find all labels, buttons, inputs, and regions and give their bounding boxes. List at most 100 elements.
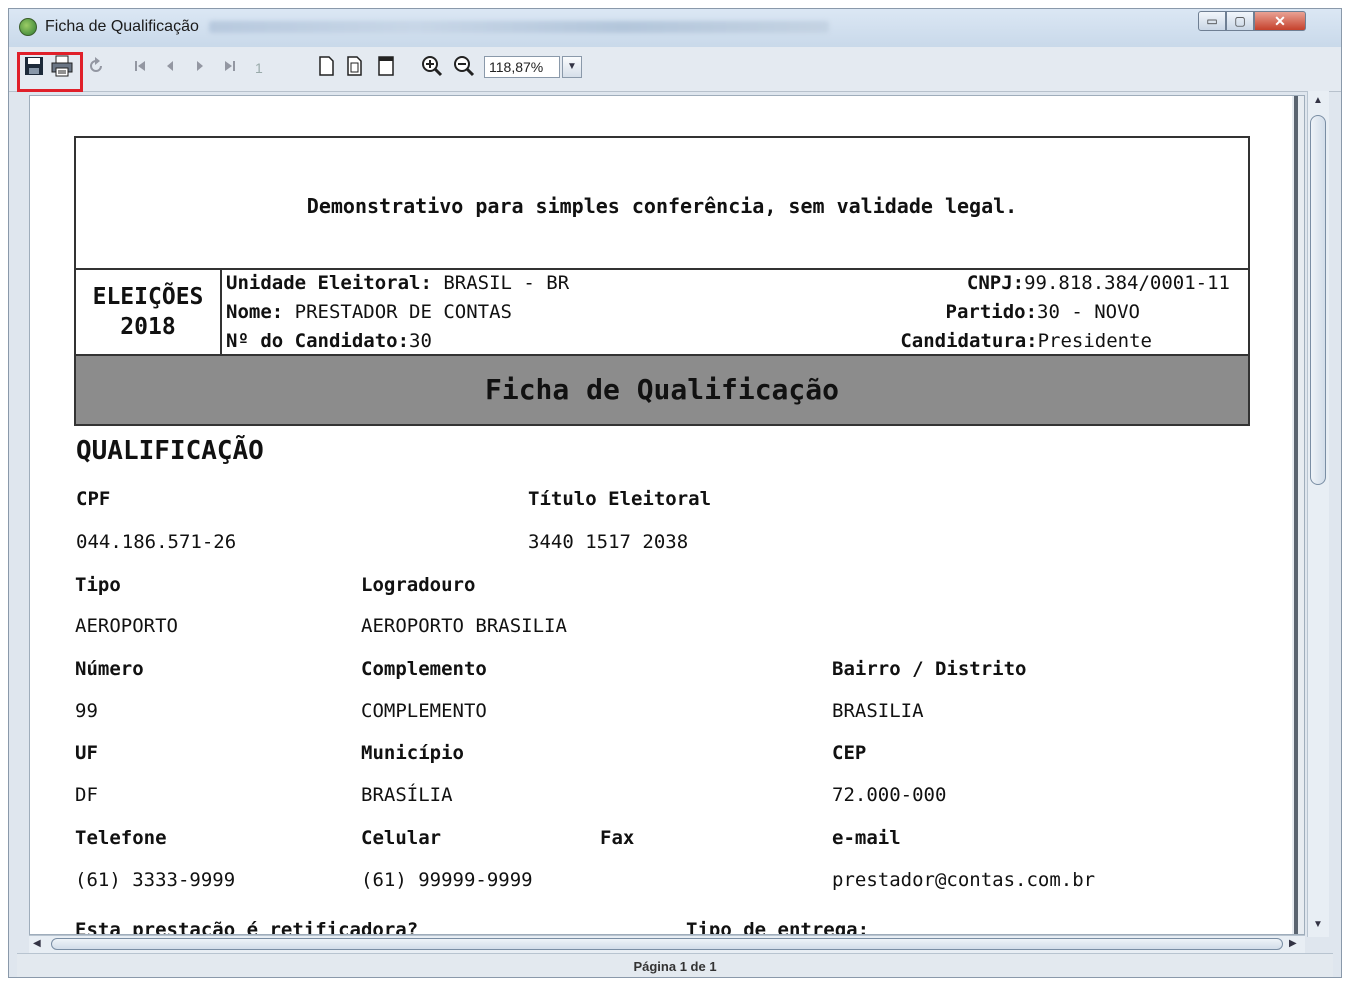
vertical-scrollbar[interactable]: ▲ ▼ (1307, 91, 1329, 937)
zoom-in-icon (422, 56, 443, 77)
first-page-button[interactable] (129, 55, 151, 77)
page-number-input[interactable] (253, 57, 297, 79)
fit-page-button[interactable] (375, 55, 397, 77)
page-shadow-edge (1294, 96, 1298, 934)
fax-label: Fax (600, 827, 635, 849)
nome-label: Nome: (226, 301, 284, 323)
toolbar: 118,87% ▼ (9, 47, 1341, 92)
last-page-icon (225, 61, 235, 71)
nome-line: Nome: PRESTADOR DE CONTAS (226, 301, 512, 323)
next-page-button[interactable] (189, 55, 211, 77)
candidatura-line: Candidatura:Presidente (900, 330, 1152, 352)
partido-line: Partido:30 - NOVO (946, 301, 1140, 323)
vertical-scroll-thumb[interactable] (1310, 115, 1326, 485)
refresh-icon (90, 57, 102, 72)
zoom-out-button[interactable] (453, 55, 475, 77)
titulo-label: Título Eleitoral (528, 488, 712, 510)
complemento-label: Complemento (361, 658, 487, 680)
tipo-value: AEROPORTO (75, 615, 178, 637)
report-header: ELEIÇÕES 2018 Unidade Eleitoral: BRASIL … (74, 268, 1250, 356)
candidato-label: Nº do Candidato: (226, 330, 410, 352)
cnpj-label: CNPJ: (966, 272, 1025, 294)
zoom-in-button[interactable] (421, 55, 443, 77)
maximize-button[interactable]: ▢ (1226, 11, 1254, 31)
form-title: Ficha de Qualificação (74, 354, 1250, 426)
report-viewport[interactable]: Demonstrativo para simples conferência, … (29, 95, 1305, 935)
notice-box: Demonstrativo para simples conferência, … (74, 136, 1250, 268)
retificadora-label: Esta prestação é retificadora? (75, 919, 419, 935)
candidatura-label: Candidatura: (900, 330, 1038, 352)
email-value: prestador@contas.com.br (832, 869, 1096, 891)
next-page-icon (197, 61, 203, 71)
cnpj-line: CNPJ:99.818.384/0001-11 (967, 272, 1230, 294)
titulo-value: 3440 1517 2038 (528, 531, 689, 553)
previous-page-icon (167, 61, 173, 71)
fit-page-icon (378, 56, 394, 76)
app-icon (19, 18, 37, 36)
previous-page-button[interactable] (159, 55, 181, 77)
cpf-value: 044.186.571-26 (76, 531, 237, 553)
horizontal-scroll-thumb[interactable] (51, 938, 1283, 950)
uf-label: UF (75, 742, 98, 764)
cep-value: 72.000-000 (832, 784, 947, 806)
refresh-button[interactable] (85, 55, 107, 77)
complemento-value: COMPLEMENTO (361, 700, 487, 722)
bairro-label: Bairro / Distrito (832, 658, 1027, 680)
close-button[interactable]: ✕ (1254, 11, 1306, 31)
scroll-right-icon[interactable]: ▶ (1289, 938, 1297, 949)
telefone-label: Telefone (75, 827, 167, 849)
municipio-value: BRASÍLIA (361, 784, 453, 806)
zoom-dropdown-button[interactable]: ▼ (562, 56, 582, 78)
election-label: ELEIÇÕES (92, 284, 204, 310)
last-page-button[interactable] (219, 55, 241, 77)
logradouro-value: AEROPORTO BRASILIA (361, 615, 567, 637)
status-bar: Página 1 de 1 (17, 953, 1333, 977)
first-page-icon (135, 61, 145, 71)
window-title: Ficha de Qualificação (45, 18, 199, 35)
candidato-value: 30 (409, 330, 432, 352)
cpf-label: CPF (76, 488, 111, 510)
minimize-button[interactable]: ▭ (1198, 11, 1226, 31)
single-page-icon (319, 56, 334, 76)
unidade-line: Unidade Eleitoral: BRASIL - BR (226, 272, 569, 294)
municipio-label: Município (361, 742, 464, 764)
logradouro-label: Logradouro (361, 574, 476, 596)
unidade-value: BRASIL - BR (443, 272, 570, 294)
celular-value: (61) 99999-9999 (361, 869, 533, 891)
unidade-label: Unidade Eleitoral: (226, 272, 432, 294)
page-info: Página 1 de 1 (633, 959, 717, 974)
numero-label: Número (75, 658, 144, 680)
horizontal-scrollbar[interactable]: ◀ ▶ (29, 935, 1305, 953)
partido-label: Partido: (945, 301, 1038, 323)
zoom-level-select[interactable]: 118,87% (484, 56, 560, 78)
celular-label: Celular (361, 827, 442, 849)
candidato-line: Nº do Candidato:30 (226, 330, 432, 352)
scroll-down-icon[interactable]: ▼ (1313, 919, 1323, 930)
cnpj-value: 99.818.384/0001-11 (1024, 272, 1230, 294)
report-page: Demonstrativo para simples conferência, … (30, 96, 1292, 935)
section-title: QUALIFICAÇÃO (76, 436, 264, 466)
uf-value: DF (75, 784, 98, 806)
two-page-icon (347, 56, 362, 76)
notice-text: Demonstrativo para simples conferência, … (306, 194, 1018, 218)
nome-value: PRESTADOR DE CONTAS (294, 301, 512, 323)
title-bar[interactable]: Ficha de Qualificação ▭ ▢ ✕ (9, 9, 1341, 47)
scroll-left-icon[interactable]: ◀ (33, 938, 41, 949)
single-page-button[interactable] (315, 55, 337, 77)
email-label: e-mail (832, 827, 901, 849)
report-viewer-window: Ficha de Qualificação ▭ ▢ ✕ 1 118,87% ▼ … (8, 8, 1342, 978)
title-redacted (209, 21, 829, 33)
election-year: 2018 (120, 314, 176, 340)
bairro-value: BRASILIA (832, 700, 924, 722)
telefone-value: (61) 3333-9999 (75, 869, 236, 891)
zoom-out-icon (454, 56, 475, 77)
candidatura-value: Presidente (1037, 330, 1152, 352)
partido-value: 30 - NOVO (1037, 301, 1140, 323)
tipo-entrega-label: Tipo de entrega: (686, 919, 870, 935)
tipo-label: Tipo (75, 574, 121, 596)
cep-label: CEP (832, 742, 867, 764)
save-print-highlight (17, 52, 83, 92)
scroll-up-icon[interactable]: ▲ (1313, 95, 1323, 106)
election-cell: ELEIÇÕES 2018 (76, 270, 222, 354)
two-page-button[interactable] (345, 55, 367, 77)
